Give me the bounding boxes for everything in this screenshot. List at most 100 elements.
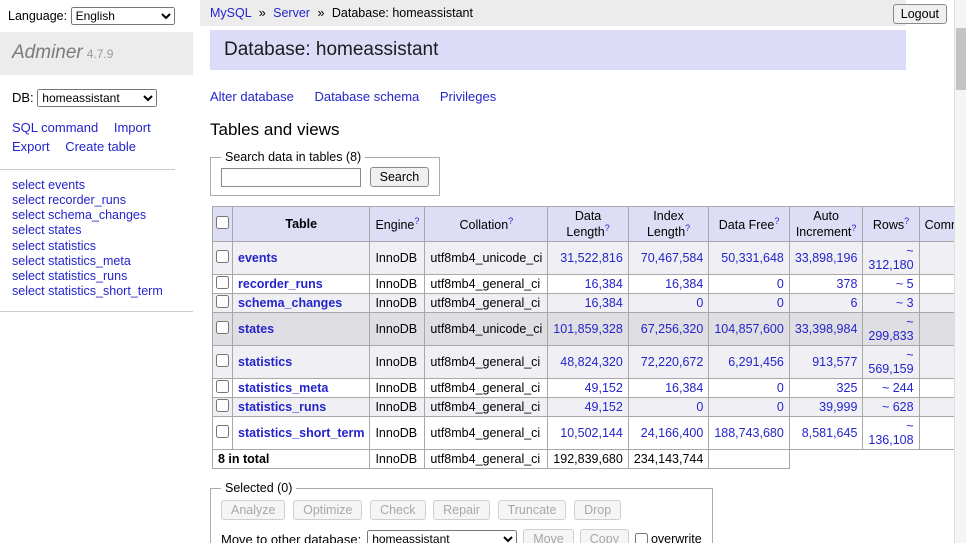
overwrite-checkbox[interactable] <box>635 533 648 543</box>
data-free-link[interactable]: 0 <box>777 277 784 291</box>
analyze-button[interactable]: Analyze <box>221 500 285 520</box>
rows-count-link[interactable]: ~ 299,833 <box>868 315 913 343</box>
app-logo[interactable]: Adminer4.7.9 <box>0 32 193 75</box>
data-free-link[interactable]: 0 <box>777 400 784 414</box>
data-free-link[interactable]: 188,743,680 <box>714 426 784 440</box>
scrollbar-thumb[interactable] <box>956 28 966 90</box>
row-checkbox[interactable] <box>216 354 229 367</box>
rows-count-link[interactable]: ~ 312,180 <box>868 244 913 272</box>
index-length-link[interactable]: 0 <box>696 400 703 414</box>
help-icon[interactable]: ? <box>685 223 690 233</box>
help-icon[interactable]: ? <box>904 216 909 226</box>
rows-count-link[interactable]: ~ 628 <box>882 400 914 414</box>
vertical-scrollbar[interactable] <box>954 0 966 543</box>
index-length-link[interactable]: 70,467,584 <box>641 251 704 265</box>
sidebar-item-select-statistics[interactable]: select statistics <box>12 239 181 254</box>
auto-increment-link[interactable]: 33,398,984 <box>795 322 858 336</box>
row-checkbox[interactable] <box>216 321 229 334</box>
data-free-link[interactable]: 0 <box>777 296 784 310</box>
table-name-link[interactable]: statistics_short_term <box>238 426 364 440</box>
index-length-link[interactable]: 0 <box>696 296 703 310</box>
sidebar-item-select-statistics-meta[interactable]: select statistics_meta <box>12 254 181 269</box>
rows-count-link[interactable]: ~ 5 <box>896 277 914 291</box>
alter-database-link[interactable]: Alter database <box>210 89 294 104</box>
data-length-link[interactable]: 48,824,320 <box>560 355 623 369</box>
db-select[interactable]: homeassistant <box>37 89 157 107</box>
help-icon[interactable]: ? <box>774 216 779 226</box>
auto-increment-link[interactable]: 378 <box>837 277 858 291</box>
index-length-link[interactable]: 67,256,320 <box>641 322 704 336</box>
breadcrumb-mysql-link[interactable]: MySQL <box>210 6 251 20</box>
sidebar-item-select-states[interactable]: select states <box>12 223 181 238</box>
table-name-link[interactable]: states <box>238 322 274 336</box>
data-length-link[interactable]: 49,152 <box>585 400 623 414</box>
data-free-link[interactable]: 50,331,648 <box>721 251 784 265</box>
optimize-button[interactable]: Optimize <box>293 500 362 520</box>
auto-increment-link[interactable]: 33,898,196 <box>795 251 858 265</box>
sidebar-item-select-schema-changes[interactable]: select schema_changes <box>12 208 181 223</box>
rows-count-link[interactable]: ~ 244 <box>882 381 914 395</box>
rows-count-link[interactable]: ~ 569,159 <box>868 348 913 376</box>
auto-increment-link[interactable]: 6 <box>850 296 857 310</box>
data-length-link[interactable]: 101,859,328 <box>553 322 623 336</box>
data-length-link[interactable]: 16,384 <box>585 296 623 310</box>
privileges-link[interactable]: Privileges <box>440 89 496 104</box>
tables-and-views-heading: Tables and views <box>210 120 906 140</box>
index-length-link[interactable]: 16,384 <box>665 381 703 395</box>
help-icon[interactable]: ? <box>508 216 513 226</box>
sidebar-item-select-statistics-short-term[interactable]: select statistics_short_term <box>12 284 181 299</box>
rows-count-link[interactable]: ~ 3 <box>896 296 914 310</box>
truncate-button[interactable]: Truncate <box>498 500 567 520</box>
row-checkbox[interactable] <box>216 399 229 412</box>
table-name-link[interactable]: recorder_runs <box>238 277 323 291</box>
index-length-link[interactable]: 24,166,400 <box>641 426 704 440</box>
sidebar-link-sql-command[interactable]: SQL command <box>12 120 98 135</box>
data-length-link[interactable]: 49,152 <box>585 381 623 395</box>
search-input[interactable] <box>221 168 361 187</box>
help-icon[interactable]: ? <box>414 216 419 226</box>
move-db-select[interactable]: homeassistant <box>367 530 517 543</box>
select-all-checkbox[interactable] <box>216 216 229 229</box>
table-name-link[interactable]: schema_changes <box>238 296 342 310</box>
repair-button[interactable]: Repair <box>433 500 490 520</box>
sidebar-item-select-events[interactable]: select events <box>12 178 181 193</box>
database-schema-link[interactable]: Database schema <box>314 89 419 104</box>
index-length-link[interactable]: 16,384 <box>665 277 703 291</box>
search-button[interactable]: Search <box>370 167 430 187</box>
row-checkbox[interactable] <box>216 250 229 263</box>
sidebar-link-export[interactable]: Export <box>12 139 50 154</box>
check-button[interactable]: Check <box>370 500 425 520</box>
breadcrumb-server-link[interactable]: Server <box>273 6 310 20</box>
data-length-link[interactable]: 31,522,816 <box>560 251 623 265</box>
logout-button[interactable]: Logout <box>893 4 947 24</box>
data-free-link[interactable]: 6,291,456 <box>728 355 784 369</box>
row-checkbox[interactable] <box>216 425 229 438</box>
auto-increment-link[interactable]: 325 <box>837 381 858 395</box>
table-name-link[interactable]: statistics_meta <box>238 381 328 395</box>
sidebar-link-import[interactable]: Import <box>114 120 151 135</box>
data-free-link[interactable]: 0 <box>777 381 784 395</box>
table-name-link[interactable]: statistics_runs <box>238 400 326 414</box>
language-select[interactable]: English <box>71 7 175 25</box>
help-icon[interactable]: ? <box>605 223 610 233</box>
help-icon[interactable]: ? <box>851 223 856 233</box>
auto-increment-link[interactable]: 8,581,645 <box>802 426 858 440</box>
auto-increment-link[interactable]: 39,999 <box>819 400 857 414</box>
row-checkbox[interactable] <box>216 295 229 308</box>
row-checkbox[interactable] <box>216 276 229 289</box>
sidebar-link-create-table[interactable]: Create table <box>65 139 136 154</box>
sidebar-item-select-statistics-runs[interactable]: select statistics_runs <box>12 269 181 284</box>
drop-button[interactable]: Drop <box>574 500 621 520</box>
copy-button[interactable]: Copy <box>580 529 629 543</box>
data-length-link[interactable]: 16,384 <box>585 277 623 291</box>
table-name-link[interactable]: events <box>238 251 278 265</box>
sidebar-item-select-recorder-runs[interactable]: select recorder_runs <box>12 193 181 208</box>
row-checkbox[interactable] <box>216 380 229 393</box>
auto-increment-link[interactable]: 913,577 <box>812 355 857 369</box>
move-button[interactable]: Move <box>523 529 574 543</box>
rows-count-link[interactable]: ~ 136,108 <box>868 419 913 447</box>
data-free-link[interactable]: 104,857,600 <box>714 322 784 336</box>
data-length-link[interactable]: 10,502,144 <box>560 426 623 440</box>
index-length-link[interactable]: 72,220,672 <box>641 355 704 369</box>
table-name-link[interactable]: statistics <box>238 355 292 369</box>
